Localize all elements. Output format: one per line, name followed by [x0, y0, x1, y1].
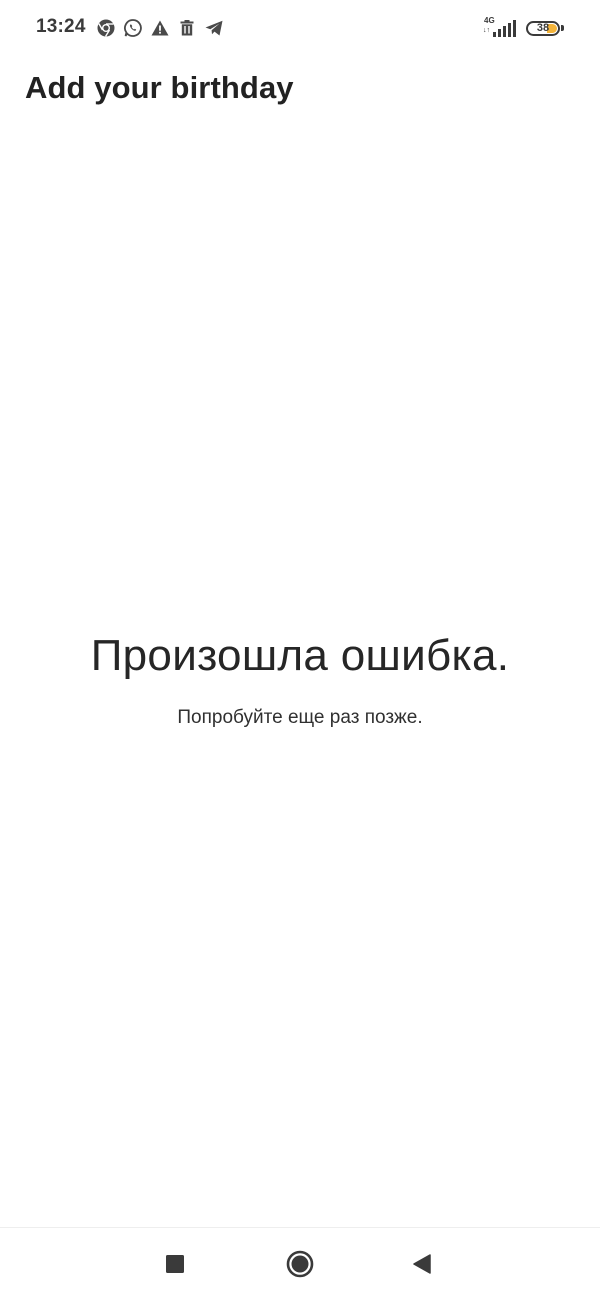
status-time: 13:24 — [36, 16, 86, 37]
network-arrows-icon: ↓↑ — [483, 27, 490, 34]
home-button[interactable] — [280, 1244, 320, 1284]
home-icon — [286, 1250, 314, 1278]
cellular-signal: 4G ↓↑ — [483, 16, 517, 39]
signal-bars-icon — [493, 20, 516, 37]
battery-level: 38 — [536, 21, 550, 34]
error-subtitle: Попробуйте еще раз позже. — [177, 707, 423, 728]
error-message: Произошла ошибка. Попробуйте еще раз поз… — [0, 628, 600, 730]
navigation-bar — [0, 1227, 600, 1299]
recents-icon — [166, 1255, 184, 1273]
warning-icon — [149, 18, 170, 39]
page-title: Add your birthday — [25, 70, 294, 105]
back-button[interactable] — [402, 1244, 442, 1284]
error-title: Произошла ошибка. — [90, 631, 510, 680]
battery-icon: 38 — [526, 20, 560, 36]
status-right: 4G ↓↑ 38 — [483, 16, 564, 40]
trash-icon — [176, 18, 197, 39]
telegram-icon — [203, 18, 224, 39]
back-icon — [413, 1254, 431, 1274]
notification-icons — [95, 17, 230, 39]
chrome-icon — [95, 18, 116, 39]
battery-tip — [561, 25, 564, 31]
recents-button[interactable] — [155, 1244, 195, 1284]
whatsapp-icon — [122, 18, 143, 39]
status-bar: 13:24 4G ↓↑ 38 — [0, 0, 600, 56]
